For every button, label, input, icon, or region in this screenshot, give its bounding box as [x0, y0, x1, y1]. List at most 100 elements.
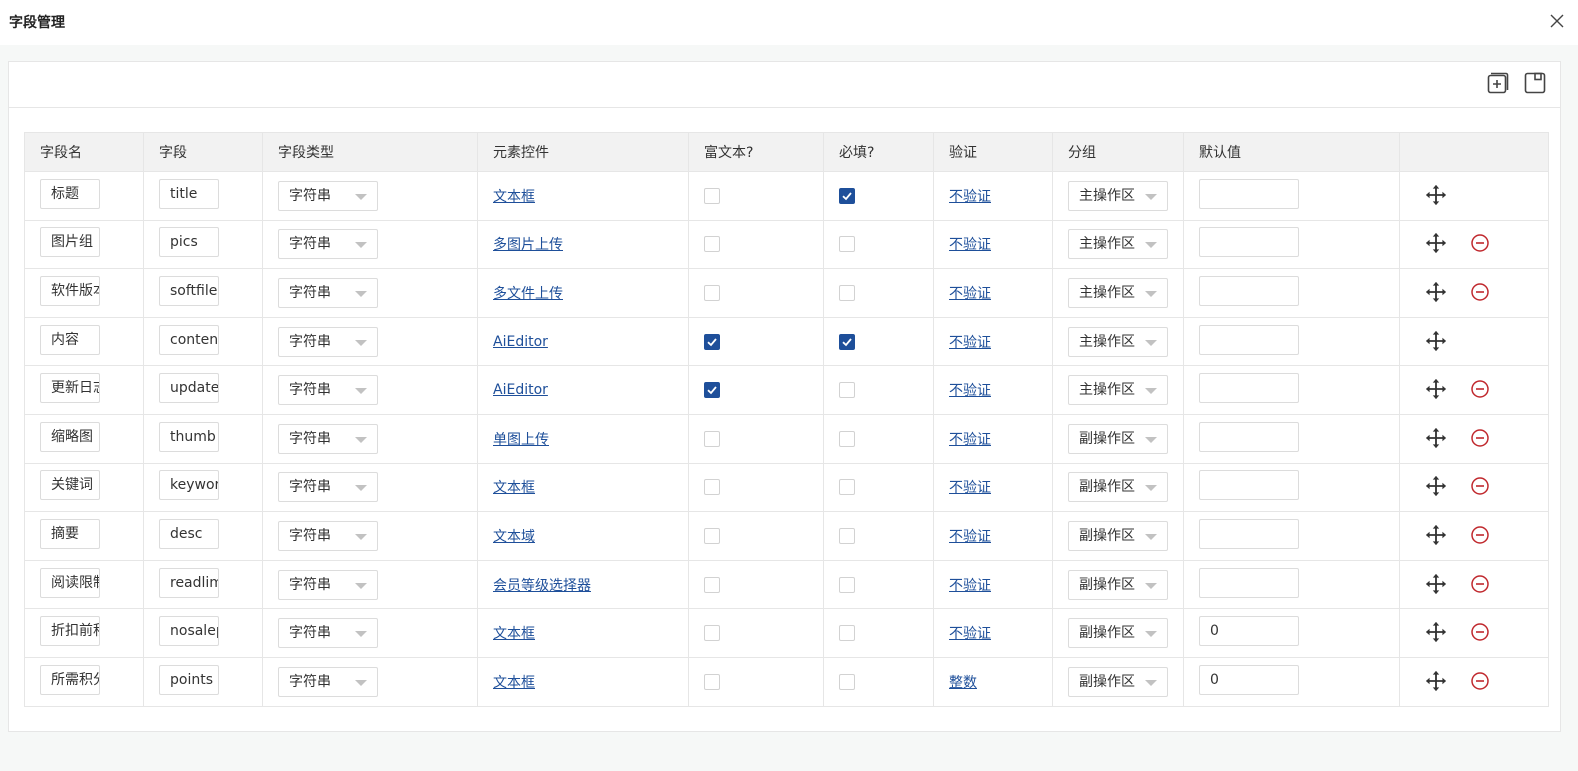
field-type-select[interactable]: 字符串 — [278, 326, 378, 357]
richtext-checkbox[interactable] — [704, 430, 720, 447]
field-name-input[interactable]: 所需积分 — [40, 664, 100, 695]
control-link[interactable]: 文本框 — [493, 675, 535, 691]
move-icon[interactable] — [1425, 573, 1447, 595]
field-type-select[interactable]: 字符串 — [278, 229, 378, 260]
richtext-checkbox[interactable] — [704, 236, 720, 253]
group-select[interactable]: 主操作区 — [1068, 277, 1168, 308]
field-type-select[interactable]: 字符串 — [278, 618, 378, 649]
field-key-input[interactable]: nosalepoints — [159, 616, 219, 647]
remove-circle-icon[interactable] — [1470, 428, 1490, 448]
save-icon[interactable] — [1523, 71, 1547, 95]
richtext-checkbox[interactable] — [704, 479, 720, 496]
control-link[interactable]: 多文件上传 — [493, 286, 563, 302]
default-value-input[interactable] — [1199, 470, 1299, 501]
field-key-input[interactable]: desc — [159, 518, 219, 549]
field-type-select[interactable]: 字符串 — [278, 472, 378, 503]
validate-link[interactable]: 不验证 — [949, 578, 991, 594]
default-value-input[interactable] — [1199, 518, 1299, 549]
field-name-input[interactable]: 更新日志 — [40, 373, 100, 404]
richtext-checkbox[interactable] — [704, 187, 720, 204]
field-name-input[interactable]: 摘要 — [40, 518, 100, 549]
field-type-select[interactable]: 字符串 — [278, 180, 378, 211]
validate-link[interactable]: 不验证 — [949, 432, 991, 448]
validate-link[interactable]: 不验证 — [949, 383, 991, 399]
required-checkbox[interactable] — [839, 284, 855, 301]
group-select[interactable]: 主操作区 — [1068, 375, 1168, 406]
field-key-input[interactable]: title — [159, 178, 219, 209]
move-icon[interactable] — [1425, 670, 1447, 692]
required-checkbox[interactable] — [839, 430, 855, 447]
validate-link[interactable]: 整数 — [949, 675, 977, 691]
move-icon[interactable] — [1425, 184, 1447, 206]
field-name-input[interactable]: 内容 — [40, 324, 100, 355]
field-type-select[interactable]: 字符串 — [278, 666, 378, 697]
group-select[interactable]: 副操作区 — [1068, 618, 1168, 649]
default-value-input[interactable] — [1199, 178, 1299, 209]
remove-circle-icon[interactable] — [1470, 379, 1490, 399]
move-icon[interactable] — [1425, 475, 1447, 497]
control-link[interactable]: 会员等级选择器 — [493, 578, 591, 594]
move-icon[interactable] — [1425, 524, 1447, 546]
field-key-input[interactable]: thumb — [159, 421, 219, 452]
field-key-input[interactable]: updatelog — [159, 373, 219, 404]
required-checkbox[interactable] — [839, 527, 855, 544]
group-select[interactable]: 副操作区 — [1068, 569, 1168, 600]
field-name-input[interactable]: 阅读限制 — [40, 567, 100, 598]
control-link[interactable]: 文本框 — [493, 626, 535, 642]
field-key-input[interactable]: points — [159, 664, 219, 695]
field-type-select[interactable]: 字符串 — [278, 569, 378, 600]
required-checkbox[interactable] — [839, 673, 855, 690]
default-value-input[interactable] — [1199, 567, 1299, 598]
move-icon[interactable] — [1425, 330, 1447, 352]
control-link[interactable]: 文本框 — [493, 189, 535, 205]
default-value-input[interactable] — [1199, 373, 1299, 404]
required-checkbox[interactable] — [839, 236, 855, 253]
remove-circle-icon[interactable] — [1470, 622, 1490, 642]
field-name-input[interactable]: 图片组 — [40, 227, 100, 258]
field-key-input[interactable]: content — [159, 324, 219, 355]
remove-circle-icon[interactable] — [1470, 671, 1490, 691]
required-checkbox[interactable] — [839, 382, 855, 399]
remove-circle-icon[interactable] — [1470, 233, 1490, 253]
field-type-select[interactable]: 字符串 — [278, 375, 378, 406]
remove-circle-icon[interactable] — [1470, 282, 1490, 302]
required-checkbox[interactable] — [839, 576, 855, 593]
required-checkbox[interactable] — [839, 479, 855, 496]
field-key-input[interactable]: pics — [159, 227, 219, 258]
default-value-input[interactable]: 0 — [1199, 616, 1299, 647]
default-value-input[interactable] — [1199, 324, 1299, 355]
default-value-input[interactable]: 0 — [1199, 664, 1299, 695]
field-key-input[interactable]: softfiles — [159, 275, 219, 306]
move-icon[interactable] — [1425, 281, 1447, 303]
remove-circle-icon[interactable] — [1470, 525, 1490, 545]
richtext-checkbox[interactable] — [704, 284, 720, 301]
field-type-select[interactable]: 字符串 — [278, 277, 378, 308]
control-link[interactable]: 文本域 — [493, 529, 535, 545]
field-name-input[interactable]: 折扣前积分 — [40, 616, 100, 647]
richtext-checkbox[interactable] — [704, 333, 720, 350]
group-select[interactable]: 主操作区 — [1068, 180, 1168, 211]
field-key-input[interactable]: keywords — [159, 470, 219, 501]
validate-link[interactable]: 不验证 — [949, 335, 991, 351]
control-link[interactable]: 文本框 — [493, 480, 535, 496]
richtext-checkbox[interactable] — [704, 527, 720, 544]
required-checkbox[interactable] — [839, 333, 855, 350]
control-link[interactable]: AiEditor — [493, 334, 548, 350]
move-icon[interactable] — [1425, 427, 1447, 449]
default-value-input[interactable] — [1199, 227, 1299, 258]
required-checkbox[interactable] — [839, 187, 855, 204]
default-value-input[interactable] — [1199, 275, 1299, 306]
validate-link[interactable]: 不验证 — [949, 529, 991, 545]
group-select[interactable]: 副操作区 — [1068, 472, 1168, 503]
required-checkbox[interactable] — [839, 625, 855, 642]
close-icon[interactable] — [1548, 12, 1566, 30]
add-window-icon[interactable] — [1486, 71, 1510, 95]
richtext-checkbox[interactable] — [704, 673, 720, 690]
remove-circle-icon[interactable] — [1470, 574, 1490, 594]
richtext-checkbox[interactable] — [704, 576, 720, 593]
field-name-input[interactable]: 标题 — [40, 178, 100, 209]
validate-link[interactable]: 不验证 — [949, 626, 991, 642]
control-link[interactable]: 多图片上传 — [493, 237, 563, 253]
control-link[interactable]: 单图上传 — [493, 432, 549, 448]
control-link[interactable]: AiEditor — [493, 382, 548, 398]
